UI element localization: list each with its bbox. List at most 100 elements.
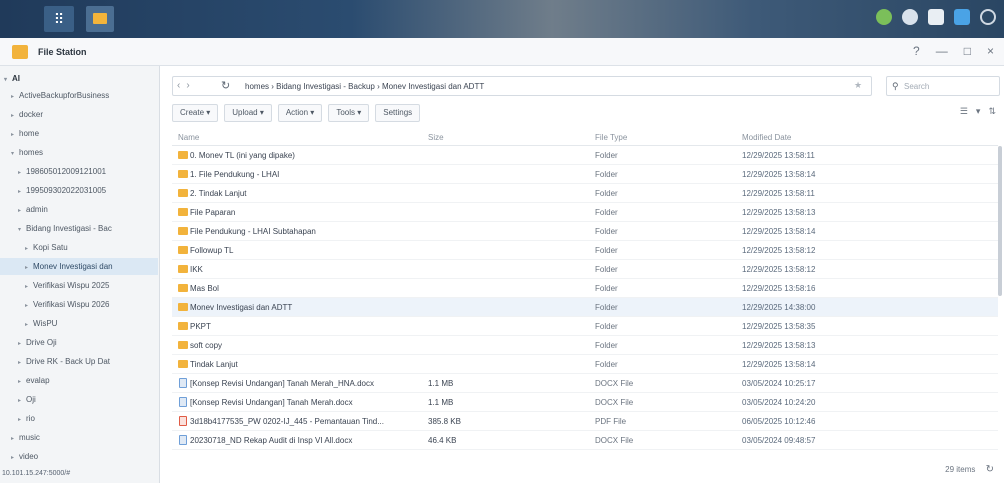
tree-item[interactable]: ▸ home [0,125,158,142]
table-row[interactable]: 20230718_ND Rekap Audit di Insp VI All.d… [172,431,998,450]
table-row[interactable]: 1. File Pendukung - LHAI Folder 12/29/2025… [172,165,998,184]
status-icon[interactable] [876,9,892,25]
table-row[interactable]: IKK Folder 12/29/2025 13:58:12 [172,260,998,279]
table-row[interactable]: Tindak Lanjut Folder 12/29/2025 13:58:14 [172,355,998,374]
chevron-right-icon[interactable]: ▸ [25,279,33,294]
chevron-down-icon[interactable]: ▾ [11,146,19,161]
table-row[interactable]: 2. Tindak Lanjut Folder 12/29/2025 13:58:1… [172,184,998,203]
refresh-icon[interactable]: ↻ [221,79,230,92]
chevron-right-icon[interactable]: ▸ [11,431,19,446]
tools-button[interactable]: Tools ▾ [328,104,370,122]
tree-item[interactable]: ▸ Monev Investigasi dan [0,258,158,275]
user-icon[interactable] [928,9,944,25]
table-row[interactable]: Monev Investigasi dan ADTT Folder 12/29/20… [172,298,998,317]
table-row[interactable]: 3d18b4177535_PW 0202-IJ_445 - Pemantauan… [172,412,998,431]
file-type: Folder [595,189,618,198]
file-name: IKK [190,265,203,274]
column-type[interactable]: File Type [595,133,627,142]
refresh-icon[interactable]: ↻ [986,464,994,475]
modified-date: 12/29/2025 13:58:11 [742,151,815,160]
breadcrumb[interactable]: homes › Bidang Investigasi - Backup › Mo… [245,82,484,91]
chevron-right-icon[interactable]: ▸ [18,165,26,180]
tree-item[interactable]: ▸ music [0,429,158,446]
chevron-right-icon[interactable]: ▸ [25,298,33,313]
tree-item[interactable]: ▸ rio [0,410,158,427]
minimize-button[interactable]: — [936,44,948,58]
chevron-right-icon[interactable]: ▸ [11,450,19,465]
modified-date: 12/29/2025 13:58:14 [742,227,816,236]
tree-item[interactable]: ▸ Drive RK - Back Up Dat [0,353,158,370]
file-name: Monev Investigasi dan ADTT [190,303,293,312]
table-row[interactable]: soft copy Folder 12/29/2025 13:58:13 [172,336,998,355]
action-button[interactable]: Action ▾ [277,104,323,122]
upload-button[interactable]: Upload ▾ [224,104,272,122]
table-row[interactable]: 0. Monev TL (ini yang dipake) Folder 12/29… [172,146,998,165]
file-type: Folder [595,265,618,274]
tree-item[interactable]: ▸ admin [0,201,158,218]
chevron-down-icon[interactable]: ▾ [18,222,26,237]
tree-item[interactable]: ▸ evalap [0,372,158,389]
tree-item[interactable]: ▸ WisPU [0,315,158,332]
tree-item[interactable]: ▸ ActiveBackupforBusiness [0,87,158,104]
chevron-right-icon[interactable]: ▸ [25,260,33,275]
tree-item[interactable]: ▸ docker [0,106,158,123]
table-row[interactable]: [Konsep Revisi Undangan] Tanah Merah_HNA… [172,374,998,393]
chevron-right-icon[interactable]: ▸ [25,241,33,256]
chevron-right-icon[interactable]: ▸ [11,89,19,104]
chat-icon[interactable] [902,9,918,25]
column-size[interactable]: Size [428,133,444,142]
tree-item[interactable]: ▸ Drive Oji [0,334,158,351]
file-type: Folder [595,227,618,236]
chevron-right-icon[interactable]: ▸ [18,374,26,389]
docx-file-icon [179,378,187,388]
chevron-right-icon[interactable]: ▸ [18,393,26,408]
sort-icon[interactable]: ⇅ [988,106,996,117]
chevron-right-icon[interactable]: ▸ [18,336,26,351]
chevron-right-icon[interactable]: ▸ [18,412,26,427]
tree-item[interactable]: ▸ Oji [0,391,158,408]
file-name: [Konsep Revisi Undangan] Tanah Merah_HNA… [190,379,374,388]
table-row[interactable]: PKPT Folder 12/29/2025 13:58:35 [172,317,998,336]
settings-button[interactable]: Settings [375,104,421,122]
tree-item[interactable]: ▸ video [0,448,158,465]
search-input[interactable]: ⚲ Search [886,76,1000,96]
star-icon[interactable]: ★ [854,80,862,91]
tree-item[interactable]: ▸ Verifikasi Wispu 2026 [0,296,158,313]
chevron-right-icon[interactable]: ▸ [18,203,26,218]
chevron-down-icon[interactable]: ▾ [4,72,12,87]
close-button[interactable]: × [987,44,994,58]
chevron-right-icon[interactable]: ▸ [25,317,33,332]
app-grid-icon[interactable]: ⠿ [44,6,74,32]
table-row[interactable]: Followup TL Folder 12/29/2025 13:58:12 [172,241,998,260]
tree-item[interactable]: ▸ Kopi Satu [0,239,158,256]
tree-item[interactable]: ▾ Bidang Investigasi - Bac [0,220,158,237]
help-button[interactable]: ? [913,44,920,58]
column-name[interactable]: Name [178,133,199,142]
folder-icon [178,303,188,311]
tree-item[interactable]: ▾ homes [0,144,158,161]
chevron-right-icon[interactable]: ▸ [11,108,19,123]
chevron-right-icon[interactable]: ▸ [11,127,19,142]
tree-item[interactable]: ▸ Verifikasi Wispu 2025 [0,277,158,294]
file-station-taskbar-icon[interactable] [86,6,114,32]
widgets-icon[interactable] [954,9,970,25]
table-row[interactable]: File Pendukung - LHAI Subtahapan Folder 12… [172,222,998,241]
tree-item[interactable]: ▸ 198605012009121001 [0,163,158,180]
chevron-right-icon[interactable]: ▸ [18,184,26,199]
chevron-down-icon[interactable]: ▾ [976,106,981,117]
maximize-button[interactable]: □ [964,44,971,58]
table-row[interactable]: Mas Bol Folder 12/29/2025 13:58:16 [172,279,998,298]
path-bar: ‹› ↻ homes › Bidang Investigasi - Backup… [172,76,872,96]
scrollbar[interactable] [998,146,1002,296]
tree-item[interactable]: ▸ 199509302022031005 [0,182,158,199]
create-button[interactable]: Create ▾ [172,104,219,122]
search-icon: ⚲ [892,81,899,91]
table-row[interactable]: [Konsep Revisi Undangan] Tanah Merah.doc… [172,393,998,412]
chevron-right-icon[interactable]: ▸ [18,355,26,370]
search-icon[interactable] [980,9,996,25]
back-forward-icon[interactable]: ‹› [177,80,196,91]
table-row[interactable]: File Paparan Folder 12/29/2025 13:58:13 [172,203,998,222]
list-view-icon[interactable]: ☰ [960,106,968,117]
column-date[interactable]: Modified Date [742,133,791,142]
tree-root[interactable]: ▾ AI [0,70,158,87]
